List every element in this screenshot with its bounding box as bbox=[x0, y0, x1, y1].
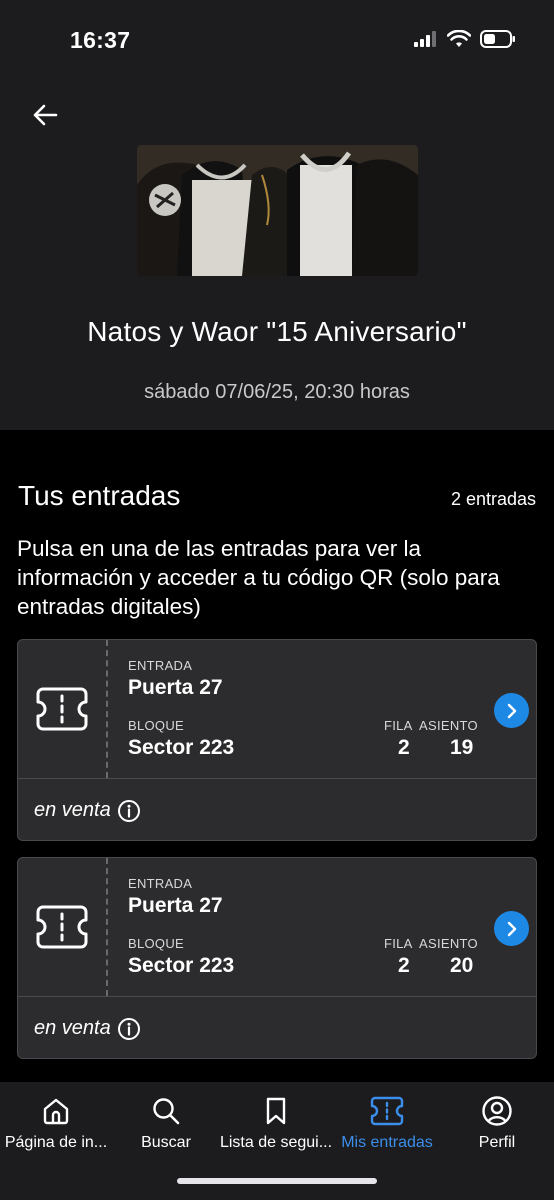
chevron-right-icon bbox=[507, 921, 516, 936]
nav-item-tickets[interactable]: Mis entradas bbox=[327, 1092, 447, 1152]
battery-icon bbox=[480, 30, 515, 48]
asiento-value: 19 bbox=[450, 736, 474, 759]
entrada-label: ENTRADA bbox=[128, 658, 193, 673]
wifi-icon bbox=[447, 30, 471, 47]
event-header: Natos y Waor "15 Aniversario" sábado 07/… bbox=[0, 84, 554, 430]
tickets-hint: Pulsa en una de las entradas para ver la… bbox=[17, 536, 500, 619]
nav-label-watchlist: Lista de segui... bbox=[219, 1134, 333, 1151]
bloque-value: Sector 223 bbox=[128, 736, 235, 759]
nav-label-home: Página de in... bbox=[4, 1134, 108, 1151]
ticket-card[interactable]: ENTRADA Puerta 27 BLOQUE Sector 223 FILA… bbox=[17, 639, 537, 841]
ticket-status: en venta bbox=[34, 1017, 111, 1039]
event-date: sábado 07/06/25, 20:30 horas bbox=[144, 381, 410, 403]
search-icon bbox=[153, 1098, 180, 1125]
tickets-header: Tus entradas 2 entradas bbox=[18, 480, 536, 512]
ticket-icon-box bbox=[18, 640, 108, 778]
info-icon[interactable] bbox=[117, 799, 141, 823]
ticket-status: en venta bbox=[34, 799, 111, 821]
ticket-icon bbox=[36, 905, 88, 949]
entrada-value: Puerta 27 bbox=[128, 676, 223, 699]
ticket-main[interactable]: ENTRADA Puerta 27 BLOQUE Sector 223 FILA… bbox=[18, 858, 536, 996]
ticket-icon bbox=[36, 687, 88, 731]
fila-label: FILA bbox=[384, 936, 413, 951]
ticket-card[interactable]: ENTRADA Puerta 27 BLOQUE Sector 223 FILA… bbox=[17, 857, 537, 1059]
status-icons bbox=[414, 30, 516, 48]
ticket-icon-box bbox=[18, 858, 108, 996]
event-image bbox=[137, 145, 418, 276]
profile-icon bbox=[482, 1096, 512, 1126]
bloque-label: BLOQUE bbox=[128, 936, 184, 951]
bookmark-icon bbox=[266, 1097, 286, 1125]
signal-icon bbox=[414, 31, 436, 47]
ticket-status-row: en venta bbox=[18, 996, 536, 1058]
ticket-main[interactable]: ENTRADA Puerta 27 BLOQUE Sector 223 FILA… bbox=[18, 640, 536, 778]
status-time: 16:37 bbox=[70, 27, 131, 53]
nav-item-watchlist[interactable]: Lista de segui... bbox=[216, 1092, 336, 1152]
home-indicator bbox=[177, 1178, 377, 1184]
nav-item-home[interactable]: Página de in... bbox=[0, 1092, 116, 1152]
nav-label-search: Buscar bbox=[141, 1134, 191, 1151]
back-button[interactable] bbox=[28, 98, 62, 132]
status-bar: 16:37 bbox=[0, 0, 554, 84]
nav-label-profile: Perfil bbox=[478, 1134, 516, 1151]
event-title: Natos y Waor "15 Aniversario" bbox=[87, 316, 467, 347]
tickets-title: Tus entradas bbox=[18, 480, 181, 511]
home-icon bbox=[43, 1098, 69, 1125]
entrada-value: Puerta 27 bbox=[128, 894, 223, 917]
nav-label-tickets: Mis entradas bbox=[341, 1134, 433, 1151]
nav-item-profile[interactable]: Perfil bbox=[437, 1092, 554, 1152]
ticket-open-button[interactable] bbox=[494, 911, 529, 946]
tickets-count: 2 entradas bbox=[450, 489, 536, 509]
asiento-value: 20 bbox=[450, 954, 474, 977]
entrada-label: ENTRADA bbox=[128, 876, 193, 891]
ticket-status-row: en venta bbox=[18, 778, 536, 840]
ticket-open-button[interactable] bbox=[494, 693, 529, 728]
nav-item-search[interactable]: Buscar bbox=[106, 1092, 226, 1152]
bloque-value: Sector 223 bbox=[128, 954, 235, 977]
bloque-label: BLOQUE bbox=[128, 718, 184, 733]
ticket-icon bbox=[370, 1096, 404, 1126]
fila-value: 2 bbox=[398, 736, 410, 759]
chevron-right-icon bbox=[507, 703, 516, 718]
arrow-left-icon bbox=[33, 104, 58, 126]
info-icon[interactable] bbox=[117, 1017, 141, 1041]
fila-label: FILA bbox=[384, 718, 413, 733]
fila-value: 2 bbox=[398, 954, 410, 977]
asiento-label: ASIENTO bbox=[419, 936, 478, 951]
asiento-label: ASIENTO bbox=[419, 718, 478, 733]
